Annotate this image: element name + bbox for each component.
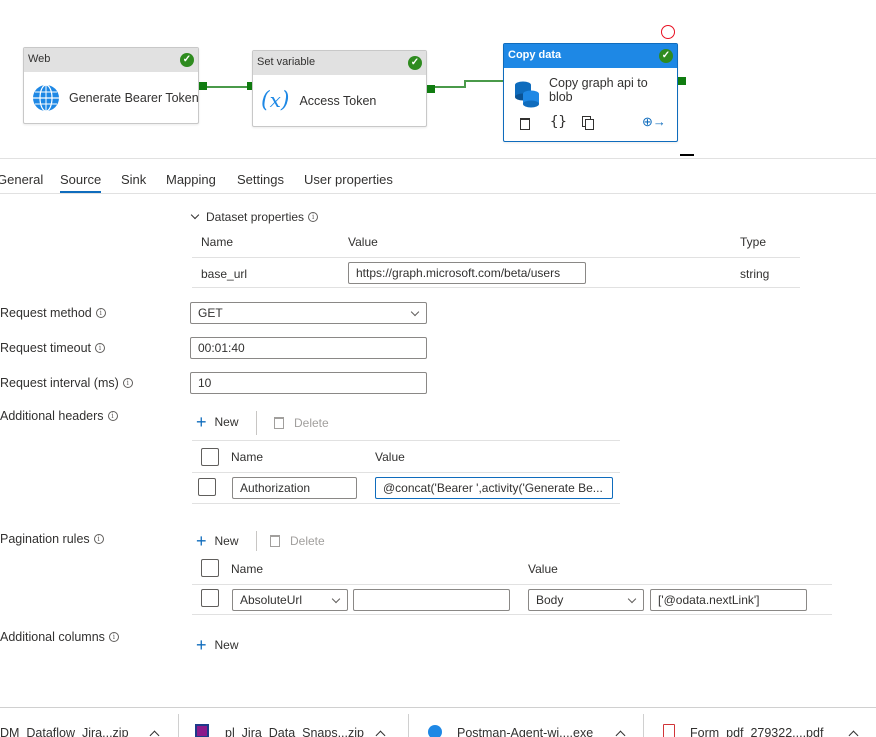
column-header-name: Name [231,450,264,464]
tab-source[interactable]: Source [60,172,102,193]
info-icon: i [93,534,104,544]
chevron-down-icon [627,594,637,604]
column-header-value: Value [375,450,405,464]
breakpoint-circle[interactable] [661,25,675,39]
download-filename: pl_Jira_Data_Snaps...zip [225,726,364,737]
delete-icon [270,535,280,547]
pagination-name-select[interactable]: AbsoluteUrl [232,589,348,611]
download-filename: DM_Dataflow_Jira...zip [0,726,129,737]
output-port[interactable] [427,85,435,93]
delete-icon[interactable] [520,118,530,130]
info-icon: i [95,343,106,353]
additional-columns-new-button[interactable]: + New [196,635,239,655]
code-braces-icon[interactable]: {} [550,114,567,130]
connector [465,80,503,82]
headers-delete-button[interactable]: Delete [274,416,329,430]
chevron-down-icon [410,307,420,317]
chevron-down-icon [190,210,200,220]
request-timeout-label: Request timeout i [0,341,106,355]
tab-general[interactable]: General [0,172,43,187]
node-type-label: Set variable ✓ [253,51,426,75]
dataset-param-name: base_url [201,267,248,281]
add-output-icon[interactable]: ⊕→ [642,114,666,130]
toolbar-divider [256,411,257,435]
column-header-value: Value [528,562,558,576]
info-icon: i [95,308,106,318]
plus-icon: + [196,412,207,432]
set-variable-activity-node[interactable]: Set variable ✓ (x) Access Token [252,50,427,127]
plus-icon: + [196,531,207,551]
pagination-value-type-select[interactable]: Body [528,589,644,611]
globe-icon [33,83,59,112]
tab-sink[interactable]: Sink [121,172,146,187]
node-title: Generate Bearer Token [69,90,199,105]
pagination-delete-button[interactable]: Delete [270,534,325,548]
request-interval-label: Request interval (ms) i [0,376,133,390]
check-icon: ✓ [408,56,422,70]
additional-headers-label: Additional headers i [0,409,118,423]
pagination-new-button[interactable]: + New [196,531,239,551]
postman-icon [428,725,442,737]
headers-new-button[interactable]: + New [196,412,239,432]
download-bar: DM_Dataflow_Jira...zip pl_Jira_Data_Snap… [0,707,876,737]
chevron-up-icon[interactable] [615,730,626,737]
request-timeout-input[interactable]: 00:01:40 [190,337,427,359]
toolbar-divider [256,531,257,551]
chevron-up-icon[interactable] [149,730,160,737]
pagination-value-input[interactable]: ['@odata.nextLink'] [650,589,807,611]
copy-data-icon [515,81,539,108]
request-method-label: Request method i [0,306,106,320]
info-icon: i [107,411,118,421]
output-port[interactable] [199,82,207,90]
check-icon: ✓ [659,49,673,63]
chevron-down-icon [331,594,341,604]
chevron-up-icon[interactable] [848,730,859,737]
pagination-select-all-checkbox[interactable] [201,559,219,577]
output-port[interactable] [678,77,686,85]
header-row-checkbox[interactable] [198,478,216,496]
dataset-param-type: string [740,267,770,281]
properties-tabs: General Source Sink Mapping Settings Use… [0,158,876,194]
column-header-name: Name [231,562,264,576]
dataset-properties-toggle[interactable]: Dataset properties i [190,210,319,224]
column-header-name: Name [201,235,234,249]
zip-file-icon [195,724,209,737]
variable-x-icon: (x) [261,88,290,113]
pipeline-canvas[interactable]: Web ✓ Generate Bearer Token Set variable… [0,0,876,157]
info-icon: i [122,378,133,388]
copy-data-activity-node[interactable]: Copy data ✓ Copy graph api to blob {} ⊕→ [503,43,678,142]
headers-select-all-checkbox[interactable] [201,448,219,466]
column-header-type: Type [740,235,767,249]
additional-columns-label: Additional columns i [0,630,119,644]
pagination-rules-label: Pagination rules i [0,532,104,546]
delete-icon [274,417,284,429]
base-url-value-input[interactable]: https://graph.microsoft.com/beta/users [348,262,586,284]
node-type-label: Web ✓ [24,48,198,72]
download-filename: Form_pdf_279322....pdf [690,726,824,737]
connector [435,86,465,88]
canvas-resize-handle[interactable] [680,154,694,156]
tab-mapping[interactable]: Mapping [166,172,216,187]
request-method-select[interactable]: GET [190,302,427,324]
clone-icon[interactable] [582,116,594,130]
node-title: Copy graph api to blob [549,76,648,104]
tab-user-properties[interactable]: User properties [304,172,393,187]
info-icon: i [108,632,119,642]
web-activity-node[interactable]: Web ✓ Generate Bearer Token [23,47,199,124]
pagination-row-checkbox[interactable] [201,589,219,607]
request-interval-input[interactable]: 10 [190,372,427,394]
column-header-value: Value [348,235,378,249]
check-icon: ✓ [180,53,194,67]
info-icon: i [308,212,319,222]
header-value-input[interactable]: @concat('Bearer ',activity('Generate Be.… [375,477,613,499]
pagination-name-extra-input[interactable] [353,589,510,611]
header-name-input[interactable]: Authorization [232,477,357,499]
pdf-file-icon [663,724,675,737]
chevron-up-icon[interactable] [375,730,386,737]
tab-settings[interactable]: Settings [237,172,284,187]
plus-icon: + [196,635,207,655]
node-title: Access Token [299,93,377,108]
download-filename: Postman-Agent-wi....exe [457,726,594,737]
node-type-label: Copy data ✓ [504,44,677,68]
